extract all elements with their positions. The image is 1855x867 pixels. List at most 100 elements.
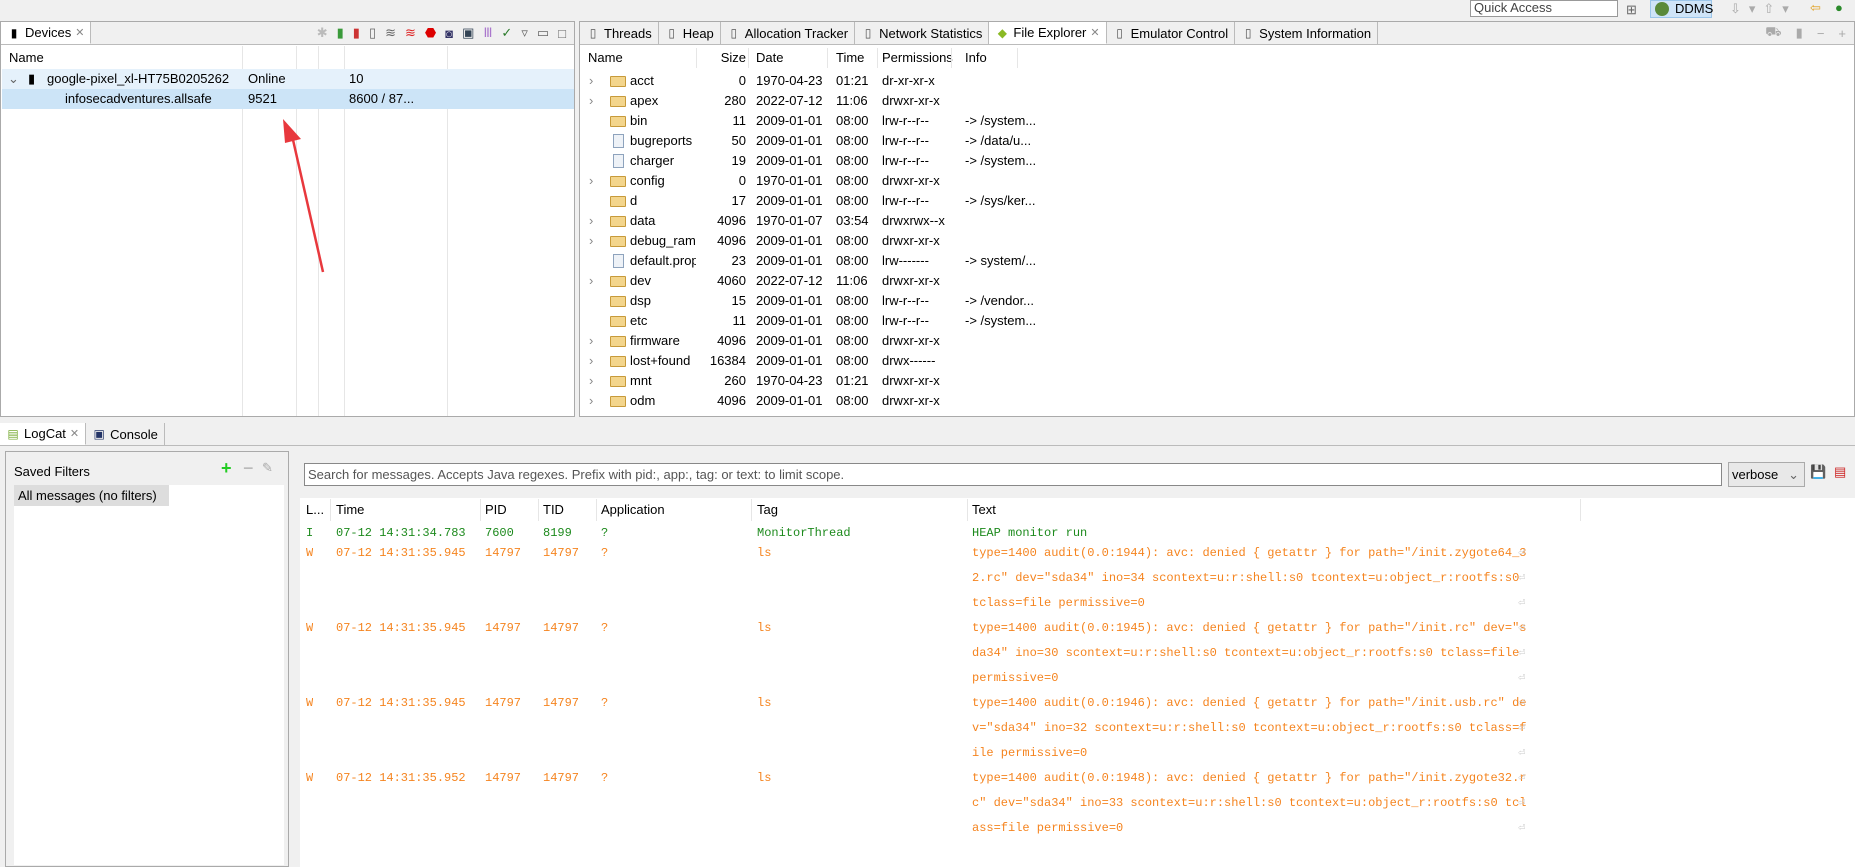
file-list-item[interactable]: › config 0 1970-01-01 08:00 drwxr-xr-x bbox=[580, 171, 1854, 191]
remove-filter-icon[interactable]: − bbox=[243, 458, 254, 479]
file-list-item[interactable]: bugreports 50 2009-01-01 08:00 lrw-r--r-- -> … bbox=[580, 131, 1854, 151]
file-list-item[interactable]: ›debug_ramdisk40962009-01-0108:00drwxr-x… bbox=[580, 231, 1854, 251]
logcat-column-time[interactable]: Time bbox=[336, 499, 364, 521]
new-folder-icon[interactable]: + bbox=[1838, 26, 1846, 41]
edit-filter-icon[interactable]: ✎ bbox=[262, 460, 273, 476]
ddms-icon bbox=[1655, 2, 1669, 16]
logcat-column-level[interactable]: L... bbox=[306, 499, 324, 521]
expand-chevron-icon[interactable]: › bbox=[589, 71, 593, 91]
column-header-time[interactable]: Time bbox=[836, 48, 864, 68]
add-filter-icon[interactable]: + bbox=[221, 458, 232, 479]
cause-gc-icon[interactable]: ▯ bbox=[369, 25, 376, 41]
update-heap-icon[interactable]: ▮ bbox=[337, 25, 344, 41]
pull-file-icon[interactable]: ⛟ bbox=[1765, 24, 1781, 42]
stop-process-icon[interactable]: ⬣ bbox=[425, 25, 436, 41]
logcat-column-text[interactable]: Text bbox=[972, 499, 996, 521]
tab-threads[interactable]: ▯ Threads bbox=[580, 22, 659, 44]
column-header-name[interactable]: Name bbox=[588, 48, 623, 68]
logcat-column-tid[interactable]: TID bbox=[543, 499, 564, 521]
tab-logcat[interactable]: ▤ LogCat ✕ bbox=[0, 423, 87, 445]
tab-devices[interactable]: ▮ Devices ✕ bbox=[1, 22, 92, 44]
log-entry[interactable]: W 07-12 14:31:35.945 14797 14797? ls type=140… bbox=[300, 693, 1855, 768]
tab-console[interactable]: ▣ Console bbox=[86, 423, 165, 445]
log-entry[interactable]: W 07-12 14:31:35.945 14797 14797? ls type=140… bbox=[300, 543, 1855, 618]
close-icon[interactable]: ✕ bbox=[1090, 26, 1099, 39]
file-list-item[interactable]: charger 19 2009-01-01 08:00 lrw-r--r-- -> /sy… bbox=[580, 151, 1854, 171]
file-list-item[interactable]: › lost+found 16384 2009-01-01 08:00 drwx-----… bbox=[580, 351, 1854, 371]
log-entry[interactable]: W 07-12 14:31:35.945 14797 14797? ls type=140… bbox=[300, 618, 1855, 693]
close-icon[interactable]: ✕ bbox=[75, 26, 84, 39]
dump-view-hierarchy-icon[interactable]: ▣ bbox=[462, 25, 474, 41]
file-list-item[interactable]: d 17 2009-01-01 08:00 lrw-r--r-- -> /sys/ker.… bbox=[580, 191, 1854, 211]
emulator-icon: ▯ bbox=[1116, 26, 1123, 40]
logcat-column-tag[interactable]: Tag bbox=[757, 499, 778, 521]
expand-chevron-icon[interactable]: › bbox=[589, 171, 593, 191]
back-icon[interactable]: ⇦ bbox=[1810, 0, 1821, 16]
file-list-item[interactable]: default.prop 23 2009-01-01 08:00 lrw------- -… bbox=[580, 251, 1854, 271]
device-list-item[interactable]: ⌄ ▮ google-pixel_xl-HT75B0205262 Online 10 bbox=[2, 69, 574, 89]
tab-network-statistics[interactable]: ▯ Network Statistics bbox=[855, 22, 990, 44]
expand-chevron-icon[interactable]: ⌄ bbox=[8, 69, 19, 89]
expand-chevron-icon[interactable]: › bbox=[589, 271, 593, 291]
perspective-ddms-button[interactable]: DDMS bbox=[1650, 0, 1713, 18]
run-icon[interactable]: ● bbox=[1835, 0, 1843, 15]
opengl-trace-icon[interactable]: ✓ bbox=[501, 25, 512, 41]
expand-chevron-icon[interactable]: › bbox=[589, 211, 593, 231]
expand-chevron-icon[interactable]: › bbox=[589, 231, 593, 251]
start-method-profiling-icon[interactable]: ≋ bbox=[405, 25, 416, 41]
minimize-icon[interactable]: ▭ bbox=[537, 25, 549, 41]
systrace-icon[interactable]: Ⅲ bbox=[483, 25, 492, 41]
file-list-item[interactable]: bin 11 2009-01-01 08:00 lrw-r--r-- -> /system… bbox=[580, 111, 1854, 131]
clear-log-icon[interactable]: ▤ bbox=[1834, 464, 1846, 480]
column-header-date[interactable]: Date bbox=[756, 48, 783, 68]
navigation-icons[interactable]: ⇩▾⇧▾ bbox=[1730, 1, 1797, 17]
logcat-search-input[interactable]: Search for messages. Accepts Java regexe… bbox=[304, 463, 1722, 486]
open-perspective-icon[interactable]: ⊞ bbox=[1626, 2, 1637, 18]
expand-chevron-icon[interactable]: › bbox=[589, 91, 593, 111]
column-header-name[interactable]: Name bbox=[9, 48, 44, 68]
close-icon[interactable]: ✕ bbox=[70, 427, 79, 440]
log-level-select[interactable]: verbose ⌄ bbox=[1728, 462, 1805, 487]
column-header-size[interactable]: Size bbox=[698, 48, 748, 68]
log-level: W bbox=[306, 621, 314, 635]
expand-chevron-icon[interactable]: › bbox=[589, 351, 593, 371]
logcat-column-application[interactable]: Application bbox=[601, 499, 665, 521]
saved-filters-label: Saved Filters bbox=[14, 464, 90, 479]
file-permissions: lrw------- bbox=[882, 253, 929, 268]
device-list-item[interactable]: infosecadventures.allsafe 9521 8600 / 87..… bbox=[2, 89, 574, 109]
screen-capture-icon[interactable]: ◙ bbox=[445, 26, 453, 41]
log-entry[interactable]: W 07-12 14:31:35.952 14797 14797? ls type=140… bbox=[300, 768, 1855, 843]
column-header-permissions[interactable]: Permissions bbox=[882, 48, 953, 68]
file-list-item[interactable]: › firmware 4096 2009-01-01 08:00 drwxr-xr-x bbox=[580, 331, 1854, 351]
logcat-column-pid[interactable]: PID bbox=[485, 499, 507, 521]
save-log-icon[interactable]: 💾 bbox=[1810, 464, 1826, 480]
file-list-item[interactable]: › mnt 260 1970-04-23 01:21 drwxr-xr-x bbox=[580, 371, 1854, 391]
expand-chevron-icon[interactable]: › bbox=[589, 371, 593, 391]
filter-all-messages[interactable]: All messages (no filters) bbox=[14, 485, 169, 506]
expand-chevron-icon[interactable]: › bbox=[589, 331, 593, 351]
view-menu-icon[interactable]: ▿ bbox=[521, 25, 528, 41]
tab-emulator-control[interactable]: ▯ Emulator Control bbox=[1107, 22, 1236, 44]
file-list-item[interactable]: › odm 4096 2009-01-01 08:00 drwxr-xr-x bbox=[580, 391, 1854, 411]
quick-access-input[interactable]: Quick Access bbox=[1470, 0, 1618, 17]
tab-allocation-tracker[interactable]: ▯ Allocation Tracker bbox=[721, 22, 856, 44]
file-list-item[interactable]: dsp 15 2009-01-01 08:00 lrw-r--r-- -> /vendor… bbox=[580, 291, 1854, 311]
wrap-icon: ⏎ bbox=[1518, 746, 1526, 760]
file-list-item[interactable]: › apex 280 2022-07-12 11:06 drwxr-xr-x bbox=[580, 91, 1854, 111]
tab-system-information[interactable]: ▯ System Information bbox=[1235, 22, 1379, 44]
update-threads-icon[interactable]: ≋ bbox=[385, 25, 396, 41]
tab-heap[interactable]: ▯ Heap bbox=[659, 22, 721, 44]
tab-file-explorer[interactable]: ◆ File Explorer ✕ bbox=[989, 22, 1107, 44]
file-list-item[interactable]: etc 11 2009-01-01 08:00 lrw-r--r-- -> /system… bbox=[580, 311, 1854, 331]
log-text-line: v="sda34" ino=32 scontext=u:r:shell:s0 t… bbox=[972, 721, 1527, 735]
expand-chevron-icon[interactable]: › bbox=[589, 391, 593, 411]
delete-icon[interactable]: − bbox=[1817, 26, 1825, 41]
file-list-item[interactable]: › dev 4060 2022-07-12 11:06 drwxr-xr-x bbox=[580, 271, 1854, 291]
debug-icon[interactable]: ✱ bbox=[317, 25, 328, 41]
file-list-item[interactable]: › data 4096 1970-01-07 03:54 drwxrwx--x bbox=[580, 211, 1854, 231]
push-file-icon[interactable]: ▮ bbox=[1796, 25, 1803, 41]
file-list-item[interactable]: › acct 0 1970-04-23 01:21 dr-xr-xr-x bbox=[580, 71, 1854, 91]
maximize-icon[interactable]: □ bbox=[558, 26, 566, 41]
column-header-info[interactable]: Info bbox=[965, 48, 987, 68]
dump-hprof-icon[interactable]: ▮ bbox=[353, 25, 360, 41]
